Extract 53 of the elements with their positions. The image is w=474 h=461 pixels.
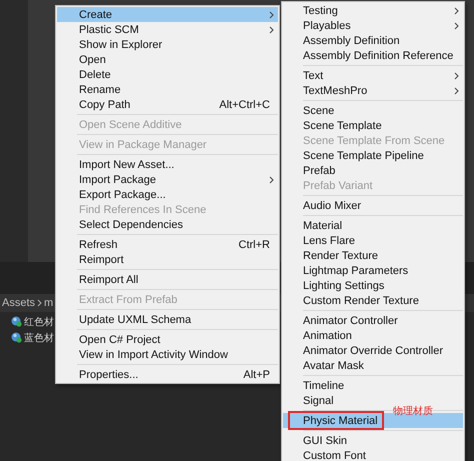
- menu-item[interactable]: Import Package: [57, 172, 278, 187]
- menu-item[interactable]: Copy Path Alt+Ctrl+C: [57, 97, 278, 112]
- menu-item[interactable]: Avatar Mask: [283, 358, 463, 373]
- asset-name[interactable]: 红色材: [24, 314, 54, 328]
- breadcrumb-link[interactable]: m: [44, 297, 54, 309]
- shortcut-text: Ctrl+R: [238, 238, 270, 250]
- menu-item[interactable]: Show in Explorer: [57, 37, 278, 52]
- chevron-icon: [269, 176, 274, 184]
- menu-item[interactable]: Import New Asset...: [57, 157, 278, 172]
- asset-name[interactable]: 蓝色材: [24, 330, 54, 344]
- breadcrumb-link[interactable]: Assets: [2, 297, 36, 309]
- menu-item[interactable]: Scene Template: [283, 118, 463, 133]
- shortcut-text: Alt+Ctrl+C: [219, 98, 270, 110]
- menu-item[interactable]: GUI Skin: [283, 433, 463, 448]
- menu-item[interactable]: Assembly Definition: [283, 33, 463, 48]
- menu-item[interactable]: View in Import Activity Window: [57, 347, 278, 362]
- menu-item[interactable]: Custom Font: [283, 448, 463, 461]
- menu-item[interactable]: Create: [57, 7, 278, 22]
- menu-item[interactable]: Scene: [283, 103, 463, 118]
- menu-item[interactable]: Update UXML Schema: [57, 312, 278, 327]
- material-icon: [11, 316, 22, 327]
- menu-item[interactable]: Testing: [283, 3, 463, 18]
- menu-item[interactable]: Rename: [57, 82, 278, 97]
- menu-item[interactable]: Lighting Settings: [283, 278, 463, 293]
- menu-item[interactable]: Timeline: [283, 378, 463, 393]
- menu-item[interactable]: Reimport All: [57, 272, 278, 287]
- menu-item[interactable]: Playables: [283, 18, 463, 33]
- menu-item[interactable]: Plastic SCM: [57, 22, 278, 37]
- menu-item[interactable]: Animation: [283, 328, 463, 343]
- menu-item[interactable]: Assembly Definition Reference: [283, 48, 463, 63]
- menu-item[interactable]: Custom Render Texture: [283, 293, 463, 308]
- menu-item[interactable]: Reimport: [57, 252, 278, 267]
- chevron-icon: [37, 299, 42, 307]
- menu-item[interactable]: Lightmap Parameters: [283, 263, 463, 278]
- menu-item[interactable]: Properties... Alt+P: [57, 367, 278, 382]
- menu-item[interactable]: Open C# Project: [57, 332, 278, 347]
- menu-item[interactable]: Lens Flare: [283, 233, 463, 248]
- menu-item[interactable]: Prefab: [283, 163, 463, 178]
- menu-item[interactable]: Scene Template Pipeline: [283, 148, 463, 163]
- menu-item[interactable]: Refresh Ctrl+R: [57, 237, 278, 252]
- material-icon: [11, 332, 22, 343]
- menu-item[interactable]: TextMeshPro: [283, 83, 463, 98]
- menu-item[interactable]: Text: [283, 68, 463, 83]
- shortcut-text: Alt+P: [243, 368, 270, 380]
- menu-item[interactable]: Export Package...: [57, 187, 278, 202]
- menu-item[interactable]: Open: [57, 52, 278, 67]
- menu-item[interactable]: Delete: [57, 67, 278, 82]
- menu-item[interactable]: Render Texture: [283, 248, 463, 263]
- menu-item[interactable]: Animator Override Controller: [283, 343, 463, 358]
- menu-item[interactable]: Audio Mixer: [283, 198, 463, 213]
- menu-item[interactable]: Material: [283, 218, 463, 233]
- menu-item[interactable]: Select Dependencies: [57, 217, 278, 232]
- menu-item[interactable]: Animator Controller: [283, 313, 463, 328]
